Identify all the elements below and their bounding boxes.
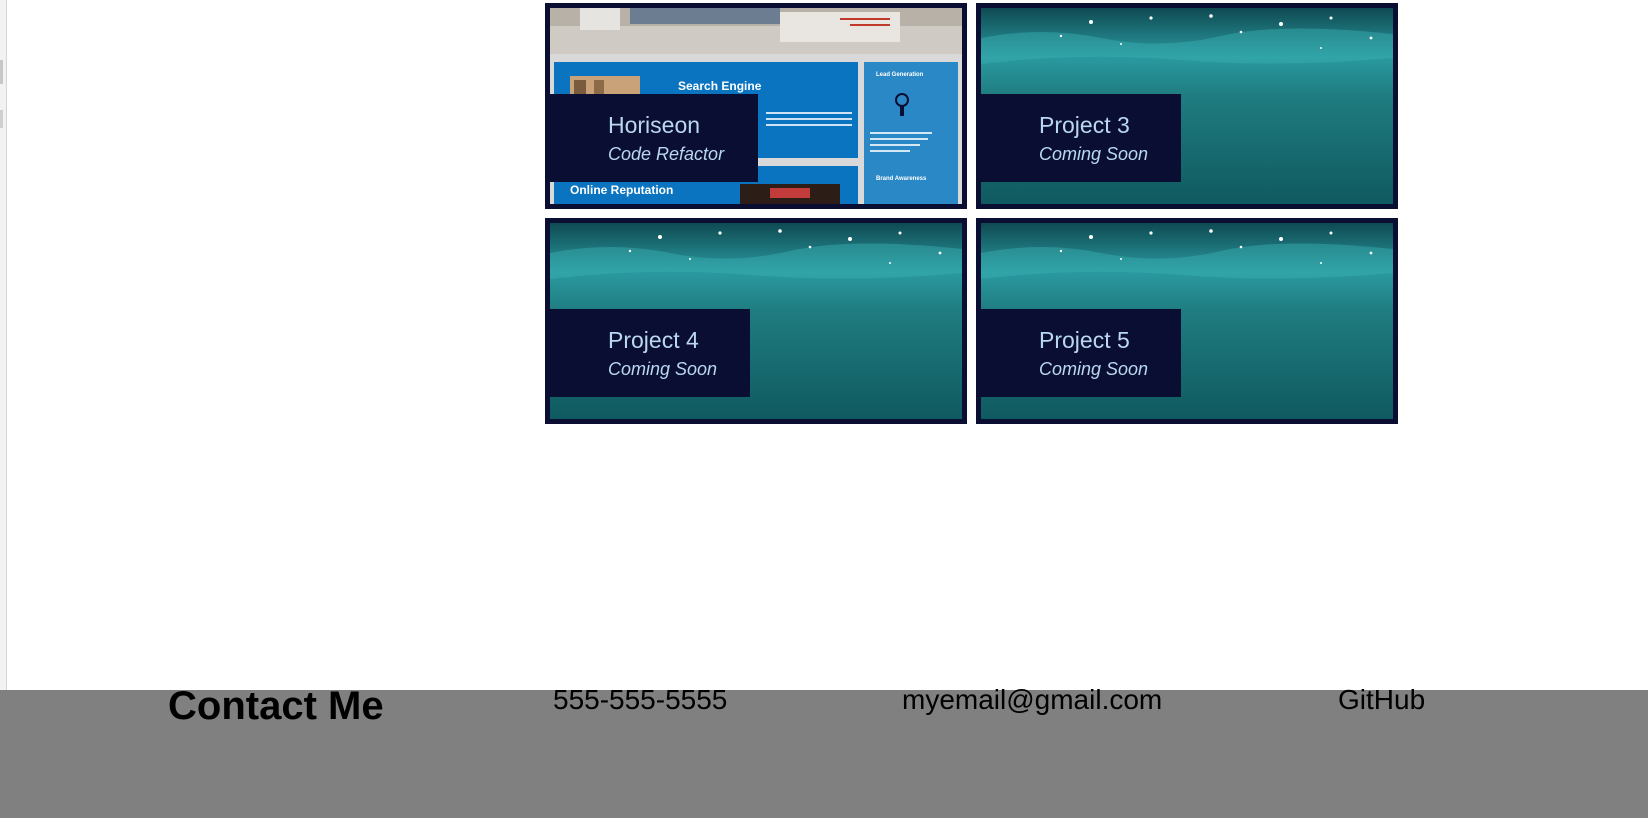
contact-footer: Contact Me 555-555-5555 myemail@gmail.co… — [0, 684, 1648, 818]
screenshot-search-text: Search Engine — [678, 79, 762, 93]
project-caption: Project 5 Coming Soon — [981, 309, 1181, 397]
project-caption: Horiseon Code Refactor — [550, 94, 758, 182]
email-link[interactable]: myemail@gmail.com — [902, 684, 1162, 716]
resize-handle-lower[interactable] — [0, 110, 3, 128]
resize-handle[interactable] — [0, 60, 3, 84]
github-link[interactable]: GitHub — [1338, 684, 1425, 716]
project-subtitle: Coming Soon — [1039, 144, 1149, 164]
screenshot-lead-text: Lead Generation — [876, 72, 924, 78]
contact-heading: Contact Me — [168, 684, 384, 728]
phone-link[interactable]: 555-555-5555 — [553, 684, 727, 716]
project-card-3[interactable]: Project 3 Coming Soon — [976, 3, 1398, 209]
project-subtitle: Code Refactor — [608, 144, 725, 164]
project-caption: Project 3 Coming Soon — [981, 94, 1181, 182]
project-card-5[interactable]: Project 5 Coming Soon — [976, 218, 1398, 424]
screenshot-online-text: Online Reputation — [570, 183, 673, 197]
screenshot-brand-text: Brand Awareness — [876, 176, 927, 182]
project-title[interactable]: Project 3 — [1039, 112, 1130, 139]
project-title[interactable]: Horiseon — [608, 112, 700, 139]
project-subtitle: Coming Soon — [608, 359, 718, 379]
project-card-4[interactable]: Project 4 Coming Soon — [545, 218, 967, 424]
project-title[interactable]: Project 4 — [608, 327, 699, 354]
project-title[interactable]: Project 5 — [1039, 327, 1130, 354]
project-card-horiseon[interactable]: Search Engine Lead Generation Brand Awar… — [545, 3, 967, 209]
project-subtitle: Coming Soon — [1039, 359, 1149, 379]
window-edge — [0, 0, 7, 690]
project-caption: Project 4 Coming Soon — [550, 309, 750, 397]
